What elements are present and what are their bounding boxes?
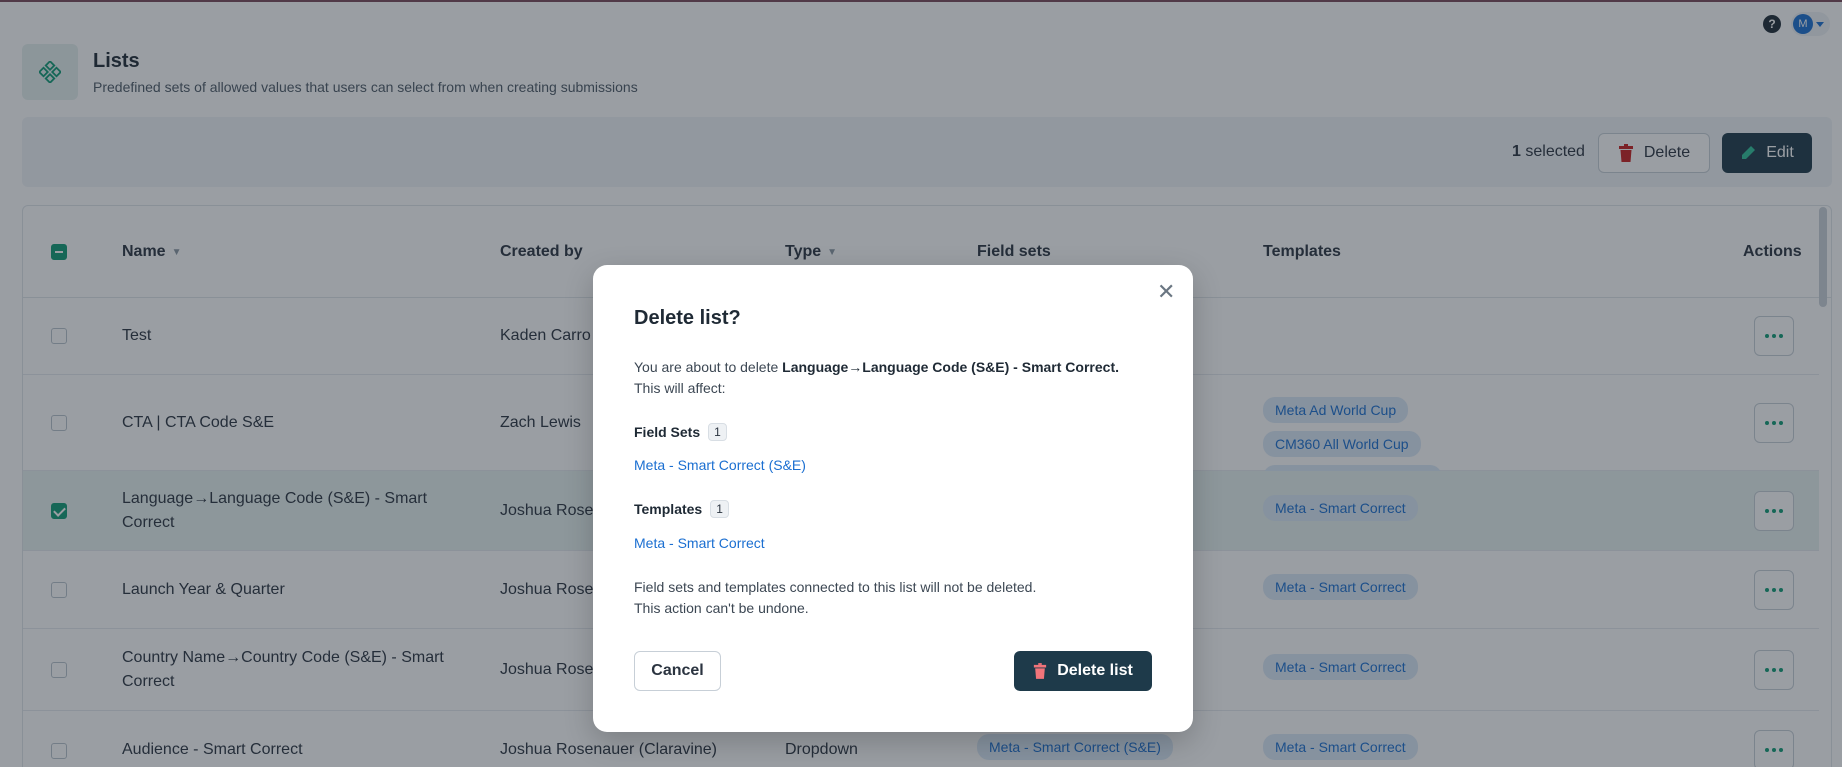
note-line-1: Field sets and templates connected to th…: [634, 579, 1037, 595]
field-sets-heading: Field Sets 1: [634, 423, 727, 441]
intro-suffix: This will affect:: [634, 380, 726, 396]
field-set-link[interactable]: Meta - Smart Correct (S&E): [634, 457, 806, 473]
templates-label: Templates: [634, 501, 703, 517]
dialog-note: Field sets and templates connected to th…: [634, 577, 1154, 619]
trash-icon: [1034, 663, 1047, 679]
delete-list-button[interactable]: Delete list: [1014, 651, 1152, 691]
cancel-button[interactable]: Cancel: [634, 651, 721, 691]
field-sets-count: 1: [708, 423, 727, 441]
templates-count: 1: [710, 500, 729, 518]
close-icon[interactable]: ✕: [1157, 281, 1175, 303]
list-name: Language→Language Code (S&E) - Smart Cor…: [782, 359, 1119, 375]
dialog-title: Delete list?: [634, 307, 741, 329]
template-link[interactable]: Meta - Smart Correct: [634, 535, 765, 551]
dialog-description: You are about to delete Language→Languag…: [634, 357, 1154, 399]
delete-list-dialog: ✕ Delete list? You are about to delete L…: [593, 265, 1193, 732]
note-line-2: This action can't be undone.: [634, 600, 809, 616]
field-sets-label: Field Sets: [634, 424, 701, 440]
delete-list-label: Delete list: [1057, 662, 1133, 679]
intro-prefix: You are about to delete: [634, 359, 783, 375]
templates-heading: Templates 1: [634, 500, 729, 518]
